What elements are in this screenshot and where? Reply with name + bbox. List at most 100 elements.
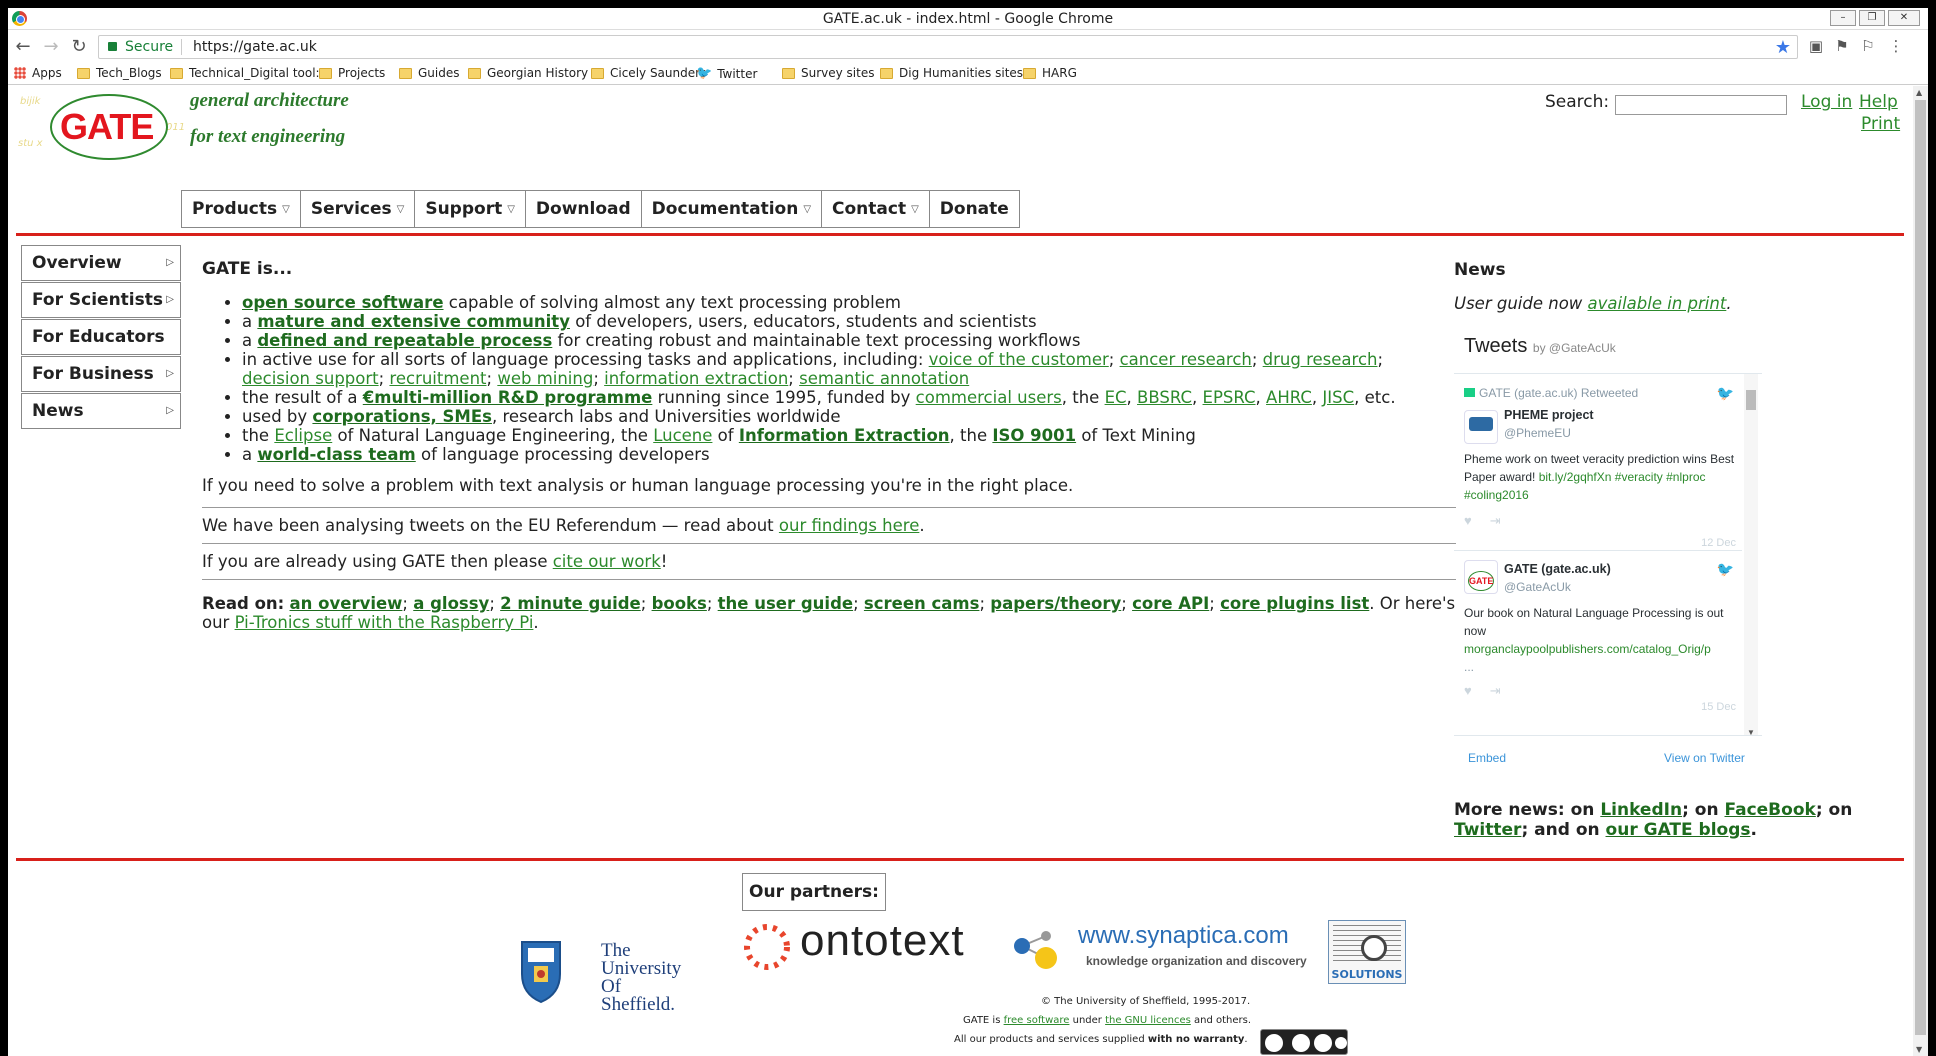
menu-contact[interactable]: Contact ▽ (822, 191, 930, 227)
reload-icon[interactable]: ↻ (68, 36, 90, 58)
ec-link[interactable]: EC (1105, 388, 1127, 407)
information-extraction-link[interactable]: information extraction (604, 369, 788, 388)
scroll-down-icon[interactable]: ▼ (1747, 728, 1755, 735)
help-link[interactable]: Help (1859, 92, 1898, 112)
gate-logo[interactable]: bijik stu x 011 GATE (16, 92, 186, 172)
books-link[interactable]: books (652, 594, 707, 613)
epsrc-link[interactable]: EPSRC (1203, 388, 1256, 407)
user-guide-link[interactable]: the user guide (718, 594, 853, 613)
bookmark-harg[interactable]: HARG (1023, 66, 1077, 80)
creative-commons-badge-icon[interactable] (1260, 1029, 1348, 1055)
menu-download[interactable]: Download (526, 191, 642, 227)
iso-9001-link[interactable]: ISO 9001 (992, 426, 1076, 445)
sidebar-item-overview[interactable]: Overview ▷ (21, 245, 181, 281)
free-software-link[interactable]: free software (1004, 1015, 1070, 1026)
rd-programme-link[interactable]: €multi-million R&D programme (363, 388, 653, 407)
tweet-2[interactable]: 🐦 GATE GATE (gate.ac.uk) @GateAcUk Our bo… (1454, 560, 1742, 713)
login-link[interactable]: Log in (1801, 92, 1852, 112)
like-icon[interactable]: ♥ (1464, 683, 1472, 698)
sheffield-crest-icon[interactable] (516, 938, 566, 1006)
scroll-up-icon[interactable]: ▲ (1916, 88, 1922, 97)
gate-blogs-link[interactable]: our GATE blogs (1606, 820, 1751, 840)
text-mining-solutions-logo[interactable]: SOLUTIONS (1328, 920, 1406, 984)
bookmark-tech-blogs[interactable]: Tech_Blogs (77, 66, 162, 80)
print-link[interactable]: Print (1861, 114, 1900, 134)
core-api-link[interactable]: core API (1132, 594, 1209, 613)
minimize-icon[interactable]: – (1830, 10, 1856, 26)
pheme-avatar[interactable] (1464, 410, 1498, 444)
extension-icon[interactable]: ▣ (1808, 38, 1824, 54)
recruitment-link[interactable]: recruitment (389, 369, 486, 388)
community-link[interactable]: mature and extensive community (257, 312, 570, 331)
available-in-print-link[interactable]: available in print (1588, 294, 1727, 313)
bookmark-guides[interactable]: Guides (399, 66, 460, 80)
bookmark-technical-digital-tool[interactable]: Technical_Digital tool: (170, 66, 320, 80)
synaptica-logo[interactable]: www.synaptica.com (1078, 922, 1289, 950)
ahrc-link[interactable]: AHRC (1266, 388, 1312, 407)
close-icon[interactable]: ✕ (1888, 10, 1920, 26)
gate-avatar[interactable]: GATE (1464, 560, 1498, 594)
papers-link[interactable]: papers/theory (990, 594, 1121, 613)
process-link[interactable]: defined and repeatable process (257, 331, 552, 350)
menu-documentation[interactable]: Documentation ▽ (642, 191, 823, 227)
tweet-author[interactable]: PHEME project @PhemeEU (1504, 406, 1742, 442)
facebook-link[interactable]: FaceBook (1724, 800, 1815, 820)
tweet-feed[interactable]: GATE (gate.ac.uk) Retweeted 🐦 PHEME proj… (1454, 373, 1762, 736)
address-bar[interactable]: Secure https://gate.ac.uk ★ (98, 35, 1798, 59)
open-source-link[interactable]: open source software (242, 293, 444, 312)
screen-cams-link[interactable]: screen cams (864, 594, 980, 613)
bookmark-survey-sites[interactable]: Survey sites (782, 66, 874, 80)
commercial-users-link[interactable]: commercial users (916, 388, 1062, 407)
bookmark-apps[interactable]: Apps (14, 66, 62, 80)
tweet-link[interactable]: morganclaypoolpublishers.com/catalog_Ori… (1464, 642, 1711, 656)
back-icon[interactable]: ← (12, 36, 34, 58)
corporations-link[interactable]: corporations, SMEs (312, 407, 492, 426)
scrollbar-thumb[interactable] (1915, 100, 1926, 1035)
forward-icon[interactable]: → (40, 36, 62, 58)
scroll-down-icon[interactable]: ▼ (1916, 1045, 1922, 1054)
embed-link[interactable]: Embed (1468, 751, 1506, 765)
tweet-1[interactable]: GATE (gate.ac.uk) Retweeted 🐦 PHEME proj… (1454, 384, 1742, 549)
jisc-link[interactable]: JISC (1322, 388, 1354, 407)
sheffield-logo-text[interactable]: The University Of Sheffield. (601, 941, 681, 1014)
voice-of-customer-link[interactable]: voice of the customer (929, 350, 1109, 369)
flag-extension-icon-2[interactable]: ⚐ (1860, 38, 1876, 54)
overview-link[interactable]: an overview (290, 594, 403, 613)
twitter-bird-icon[interactable]: 🐦 (1717, 560, 1734, 578)
tweets-by[interactable]: by @GateAcUk (1533, 341, 1616, 355)
sidebar-item-news[interactable]: News ▷ (21, 393, 181, 429)
bbsrc-link[interactable]: BBSRC (1137, 388, 1192, 407)
page-scrollbar[interactable]: ▲ ▼ (1913, 86, 1928, 1056)
web-mining-link[interactable]: web mining (497, 369, 593, 388)
semantic-annotation-link[interactable]: semantic annotation (799, 369, 969, 388)
chrome-menu-icon[interactable]: ⋮ (1888, 38, 1904, 54)
like-icon[interactable]: ♥ (1464, 513, 1472, 528)
bookmark-cicely-saunders[interactable]: Cicely Saunders (591, 66, 706, 80)
sidebar-item-for-educators[interactable]: For Educators (21, 319, 181, 355)
sidebar-item-for-scientists[interactable]: For Scientists ▷ (21, 282, 181, 318)
menu-donate[interactable]: Donate (930, 191, 1019, 227)
bookmark-dig-humanities-sites-a[interactable]: Dig Humanities sites a (880, 66, 1034, 80)
menu-products[interactable]: Products ▽ (182, 191, 301, 227)
search-input[interactable] (1615, 95, 1787, 115)
view-on-twitter-link[interactable]: View on Twitter (1664, 751, 1745, 765)
menu-services[interactable]: Services ▽ (301, 191, 416, 227)
cite-link[interactable]: cite our work (553, 552, 661, 571)
findings-link[interactable]: our findings here (779, 516, 919, 535)
scrollbar-thumb[interactable] (1746, 390, 1756, 410)
flag-extension-icon[interactable]: ⚑ (1834, 38, 1850, 54)
decision-support-link[interactable]: decision support (242, 369, 379, 388)
world-class-team-link[interactable]: world-class team (257, 445, 415, 464)
bookmark-twitter[interactable]: 🐦 Twitter (696, 66, 757, 81)
url-text[interactable]: https://gate.ac.uk (193, 39, 317, 55)
ontotext-logo[interactable]: ontotext (800, 916, 965, 966)
tweet-feed-scrollbar[interactable]: ▼ (1744, 374, 1758, 735)
bookmark-georgian-history[interactable]: Georgian History (468, 66, 588, 80)
cancer-research-link[interactable]: cancer research (1120, 350, 1252, 369)
restore-icon[interactable]: ❐ (1859, 10, 1885, 26)
tweet-link[interactable]: bit.ly/2gqhfXn (1539, 470, 1612, 484)
core-plugins-link[interactable]: core plugins list (1220, 594, 1369, 613)
gnu-licences-link[interactable]: the GNU licences (1105, 1015, 1191, 1026)
sidebar-item-for-business[interactable]: For Business ▷ (21, 356, 181, 392)
bookmark-star-icon[interactable]: ★ (1775, 37, 1791, 58)
